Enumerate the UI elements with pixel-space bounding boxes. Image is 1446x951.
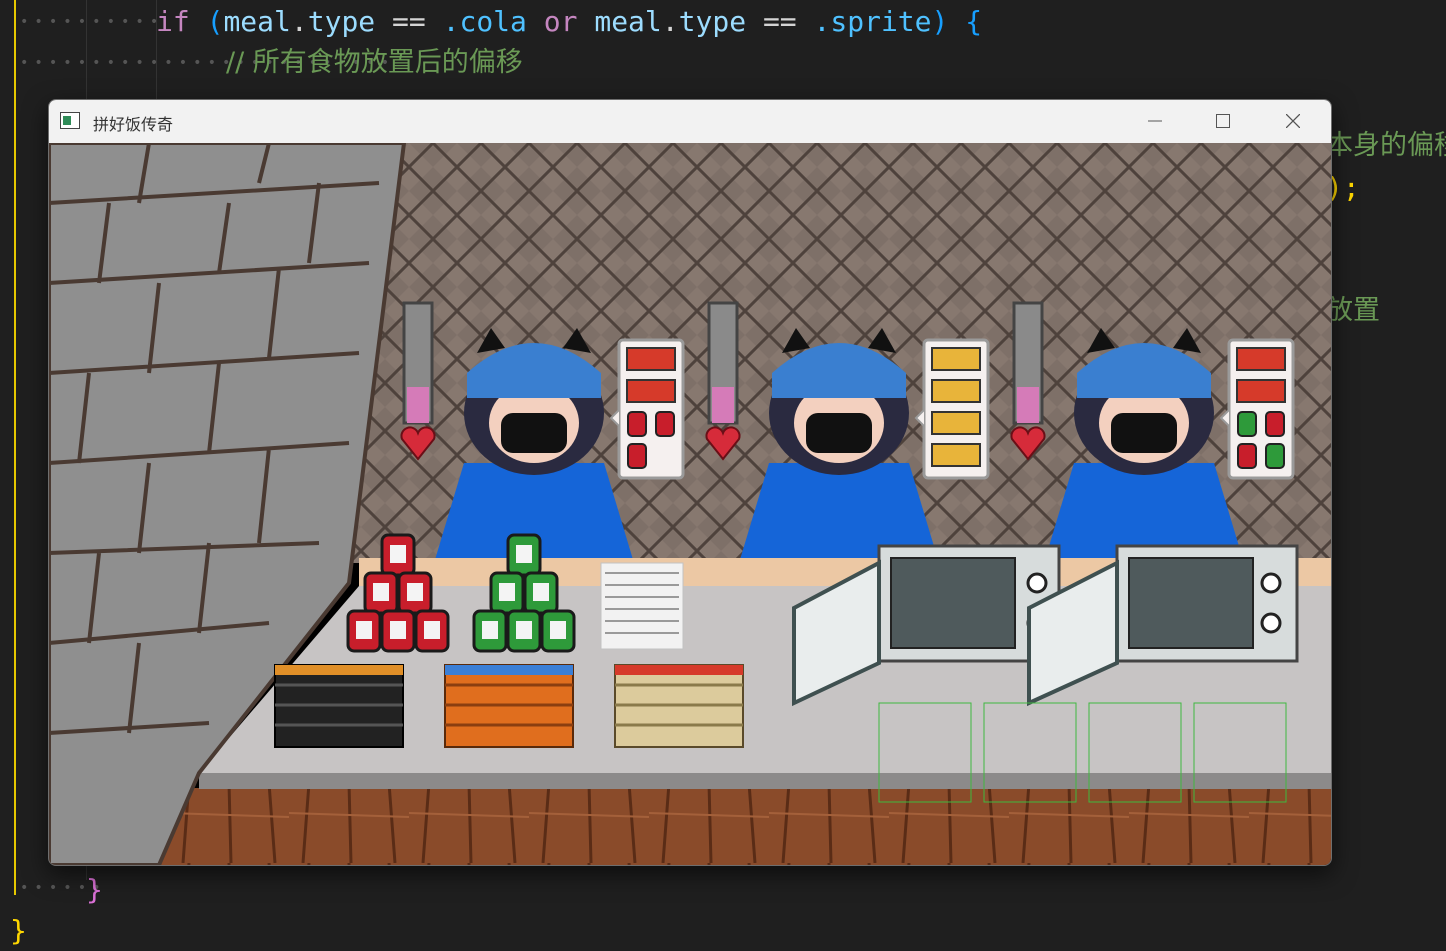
meal-box-tan[interactable] bbox=[614, 664, 744, 748]
order-bubble-3 bbox=[1219, 338, 1295, 480]
enum-case: .cola bbox=[442, 5, 527, 38]
operator: == bbox=[762, 5, 797, 38]
window-titlebar[interactable]: 拼好饭传奇 bbox=[49, 100, 1331, 143]
code-comment[interactable]: // 所有食物放置后的偏移 bbox=[226, 43, 523, 83]
meal-yellow-icon bbox=[931, 347, 981, 371]
code-line-if[interactable]: if (meal.type == .cola or meal.type == .… bbox=[156, 2, 982, 42]
meal-box-black[interactable] bbox=[274, 664, 404, 748]
can-label bbox=[390, 621, 406, 639]
patience-meter-1 bbox=[400, 301, 436, 461]
patience-meter-fill bbox=[407, 387, 429, 423]
order-bubble-1 bbox=[609, 338, 685, 480]
can-label bbox=[499, 583, 515, 601]
code-partial-comment[interactable]: 本身的偏移 bbox=[1326, 126, 1446, 166]
indent-guide-active bbox=[14, 0, 16, 895]
meal-red-icon bbox=[626, 347, 676, 371]
order-bubble-2 bbox=[914, 338, 990, 480]
can-label bbox=[550, 621, 566, 639]
cola-icon bbox=[1265, 411, 1285, 437]
minimize-button[interactable] bbox=[1121, 100, 1189, 143]
identifier: type bbox=[678, 5, 747, 38]
maximize-button[interactable] bbox=[1189, 100, 1257, 143]
can-label bbox=[516, 545, 532, 563]
app-icon bbox=[60, 112, 80, 129]
paren: ) bbox=[931, 5, 949, 38]
meal-yellow-icon bbox=[931, 443, 981, 467]
meal-red-icon bbox=[1236, 347, 1286, 371]
window-title: 拼好饭传奇 bbox=[93, 115, 174, 134]
keyword-if: if bbox=[156, 5, 190, 38]
dot: . bbox=[290, 5, 308, 38]
patience-meter-fill bbox=[712, 387, 734, 423]
can-label bbox=[407, 583, 423, 601]
close-icon bbox=[1286, 114, 1300, 128]
dot: . bbox=[661, 5, 679, 38]
wooden-floor bbox=[49, 788, 1331, 865]
can-label bbox=[424, 621, 440, 639]
meal-red-icon bbox=[626, 379, 676, 403]
identifier: meal bbox=[223, 5, 291, 38]
plate-stack[interactable] bbox=[600, 562, 684, 650]
cola-icon bbox=[1237, 443, 1257, 469]
whitespace-dots: •••••••••• bbox=[20, 14, 165, 30]
operator: == bbox=[392, 5, 426, 38]
meal-box-orange[interactable] bbox=[444, 664, 574, 748]
closing-brace[interactable]: } bbox=[10, 911, 27, 951]
cola-icon bbox=[627, 411, 647, 437]
can-label bbox=[533, 583, 549, 601]
sprite-icon bbox=[1265, 443, 1285, 469]
enum-case: .sprite bbox=[813, 5, 932, 38]
closing-brace[interactable]: } bbox=[86, 870, 103, 910]
cola-icon bbox=[627, 443, 647, 469]
meal-red-icon bbox=[1236, 379, 1286, 403]
sprite-icon bbox=[1237, 411, 1257, 437]
can-label bbox=[482, 621, 498, 639]
can-label bbox=[356, 621, 372, 639]
brace: { bbox=[965, 5, 983, 38]
keyword-or: or bbox=[543, 5, 578, 38]
patience-meter-3 bbox=[1010, 301, 1046, 461]
can-label bbox=[390, 545, 406, 563]
maximize-icon bbox=[1216, 114, 1230, 128]
patience-meter-2 bbox=[705, 301, 741, 461]
game-scene[interactable] bbox=[49, 143, 1331, 865]
identifier: meal bbox=[594, 5, 662, 38]
can-label bbox=[516, 621, 532, 639]
minimize-icon bbox=[1148, 120, 1162, 122]
meal-yellow-icon bbox=[931, 379, 981, 403]
cola-icon bbox=[655, 411, 675, 437]
patience-meter-fill bbox=[1017, 387, 1039, 423]
can-label bbox=[373, 583, 389, 601]
game-window[interactable]: 拼好饭传奇 bbox=[48, 99, 1332, 866]
meal-yellow-icon bbox=[931, 411, 981, 435]
paren: ( bbox=[206, 5, 224, 38]
identifier: type bbox=[307, 5, 376, 38]
code-partial-comment[interactable]: 放置 bbox=[1326, 291, 1380, 331]
close-button[interactable] bbox=[1259, 100, 1327, 143]
counter-front bbox=[199, 773, 1331, 789]
